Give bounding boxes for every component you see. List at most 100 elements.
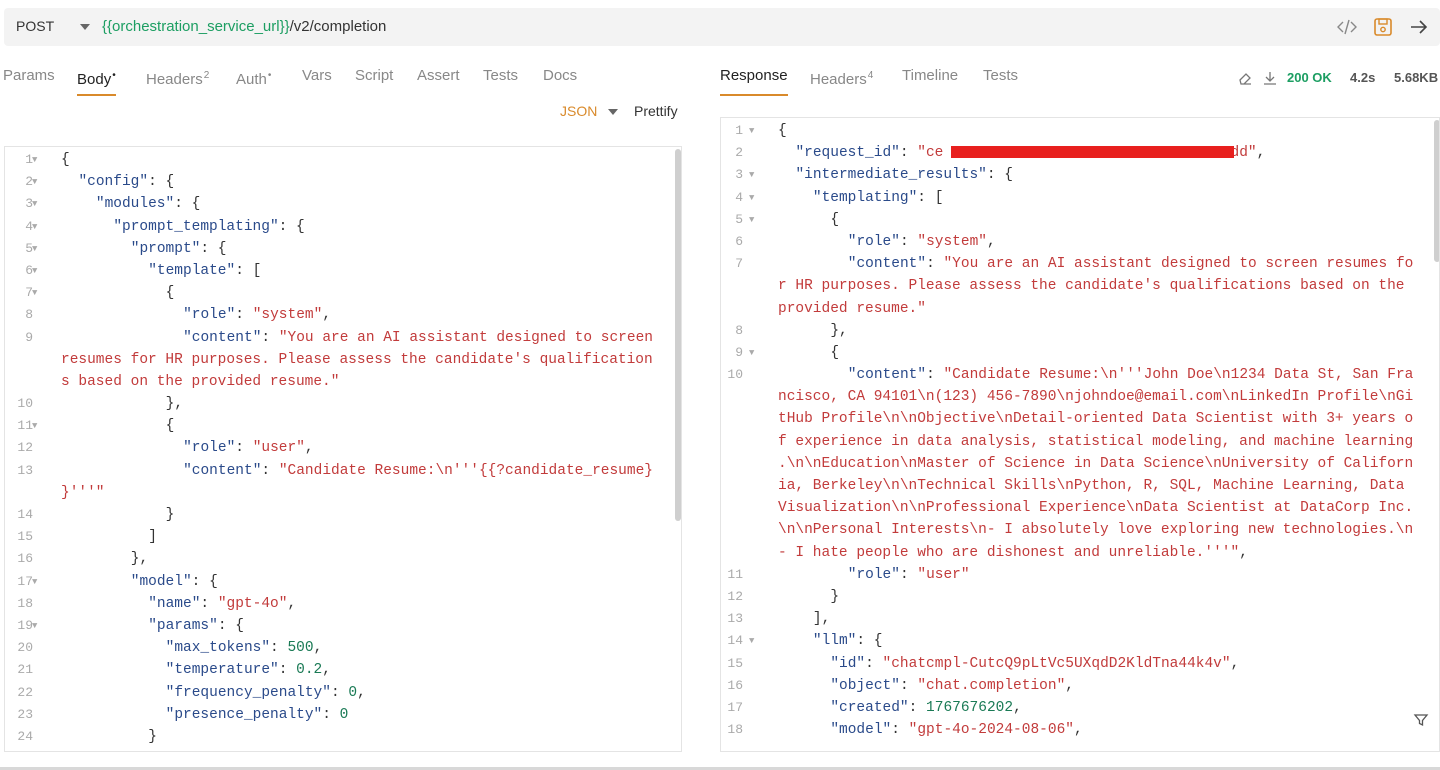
method-select[interactable]: POST xyxy=(16,18,54,34)
code-token: "config" xyxy=(78,174,149,191)
code-token: "object" xyxy=(830,677,900,694)
line-number: 12 xyxy=(727,588,743,604)
code-token: : xyxy=(899,233,918,250)
line-number: 16 xyxy=(727,677,743,693)
code-text: "role": "system", xyxy=(848,231,996,253)
code-token: : { xyxy=(191,573,218,590)
fold-toggle-icon[interactable]: ▼ xyxy=(32,615,37,637)
code-line: 22 "frequency_penalty": 0, xyxy=(5,682,675,704)
code-line: 5 ▼ { xyxy=(721,209,1433,231)
line-number: 22 xyxy=(17,684,33,700)
url-input[interactable]: {{orchestration_service_url}}/v2/complet… xyxy=(102,18,386,35)
code-token: "presence_penalty" xyxy=(165,706,323,723)
fold-toggle-icon[interactable]: ▼ xyxy=(32,193,37,215)
code-line: 4 ▼ "templating": [ xyxy=(721,187,1433,209)
fold-toggle-icon[interactable]: ▼ xyxy=(749,209,754,231)
code-text: "model": { xyxy=(131,571,218,593)
prettify-button[interactable]: Prettify xyxy=(634,103,678,119)
code-text: "content": "Candidate Resume:\n'''{{?can… xyxy=(183,460,653,482)
line-number: 4 xyxy=(25,218,33,234)
send-arrow-icon[interactable] xyxy=(1408,16,1430,38)
code-text: { xyxy=(830,342,839,364)
fold-toggle-icon[interactable]: ▼ xyxy=(32,149,37,171)
response-body-scrollbar[interactable] xyxy=(1434,120,1439,262)
chevron-down-icon[interactable] xyxy=(608,109,618,115)
request-body-scrollbar[interactable] xyxy=(675,149,681,521)
code-text: .\n\nEducation\nMaster of Science in Dat… xyxy=(778,453,1413,475)
line-number: 18 xyxy=(727,722,743,738)
line-number: 3 xyxy=(735,167,743,183)
response-tab-tests[interactable]: Tests xyxy=(983,66,1018,96)
response-tab-headers[interactable]: Headers4 xyxy=(810,66,873,96)
code-line: 12 "role": "user", xyxy=(5,437,675,459)
code-token: { xyxy=(830,211,840,228)
body-format-select[interactable]: JSON xyxy=(560,103,597,119)
response-tab-response[interactable]: Response xyxy=(720,66,788,96)
fold-toggle-icon[interactable]: ▼ xyxy=(32,415,37,437)
request-tab-tests[interactable]: Tests xyxy=(483,66,518,96)
line-number: 13 xyxy=(17,462,33,478)
code-text: { xyxy=(830,209,839,231)
code-text: "role": "user" xyxy=(848,564,970,586)
request-tab-docs[interactable]: Docs xyxy=(543,66,577,96)
line-number: 17 xyxy=(727,699,743,715)
code-line: 17 ▼ "model": { xyxy=(5,571,675,593)
line-number: 5 xyxy=(735,211,743,227)
code-token: "templating" xyxy=(812,189,918,206)
save-icon[interactable] xyxy=(1372,16,1394,38)
request-tab-headers[interactable]: Headers2 xyxy=(146,66,209,96)
fold-toggle-icon[interactable]: ▼ xyxy=(32,260,37,282)
line-number: 23 xyxy=(17,706,33,722)
code-token: "request_id" xyxy=(795,145,900,162)
line-number: 19 xyxy=(17,617,33,633)
code-text: "llm": { xyxy=(813,630,883,652)
code-token: 1767676202 xyxy=(926,699,1014,716)
filter-icon[interactable] xyxy=(1413,712,1429,728)
code-token: provided resume." xyxy=(778,300,926,317)
fold-toggle-icon[interactable]: ▼ xyxy=(32,571,37,593)
code-token: ] xyxy=(148,529,157,546)
fold-toggle-icon[interactable]: ▼ xyxy=(32,216,37,238)
code-line: 5 ▼ "prompt": { xyxy=(5,238,675,260)
fold-toggle-icon[interactable]: ▼ xyxy=(32,171,37,193)
code-text: Visualization\n\nProfessional Experience… xyxy=(778,497,1413,519)
code-text: "model": "gpt-4o-2024-08-06", xyxy=(830,719,1082,741)
response-body-viewer[interactable]: 1 ▼ {2 "request_id": "ce dd", 3 ▼ "intermediat… xyxy=(720,117,1440,752)
code-token: }, xyxy=(830,322,848,339)
download-icon[interactable] xyxy=(1262,70,1278,86)
code-token: "user" xyxy=(917,566,970,583)
chevron-down-icon[interactable] xyxy=(80,24,90,30)
code-token: : xyxy=(235,440,253,457)
fold-toggle-icon[interactable]: ▼ xyxy=(749,187,754,209)
fold-toggle-icon[interactable]: ▼ xyxy=(749,120,754,142)
eraser-icon[interactable] xyxy=(1237,70,1253,86)
code-token: "params" xyxy=(148,617,218,634)
code-line: 7 "content": "You are an AI assistant des… xyxy=(721,253,1433,275)
code-line: .\n\nEducation\nMaster of Science in Dat… xyxy=(721,453,1433,475)
line-number: 1 xyxy=(25,152,33,167)
request-tab-params[interactable]: Params xyxy=(3,66,55,96)
fold-toggle-icon[interactable]: ▼ xyxy=(32,238,37,260)
response-tab-timeline[interactable]: Timeline xyxy=(902,66,958,96)
request-body-editor[interactable]: 1 ▼{2 ▼ "config": {3 ▼ "modules": {4 ▼ "prompt_… xyxy=(4,146,682,752)
fold-toggle-icon[interactable]: ▼ xyxy=(749,342,754,364)
request-tab-assert[interactable]: Assert xyxy=(417,66,460,96)
line-number: 1 xyxy=(735,123,743,138)
code-text: "content": "Candidate Resume:\n'''John D… xyxy=(848,364,1414,386)
code-token: s based on the provided resume." xyxy=(61,373,340,390)
request-tab-vars[interactable]: Vars xyxy=(302,66,332,96)
fold-toggle-icon[interactable]: ▼ xyxy=(749,164,754,186)
line-number: 6 xyxy=(25,262,33,278)
fold-toggle-icon[interactable]: ▼ xyxy=(32,282,37,304)
fold-toggle-icon[interactable]: ▼ xyxy=(749,630,754,652)
code-line: - I hate people who are dishonest and un… xyxy=(721,542,1433,564)
request-tab-script[interactable]: Script xyxy=(355,66,393,96)
code-text: "templating": [ xyxy=(813,187,944,209)
code-token: \n\nPersonal Interests\n- I absolutely l… xyxy=(778,522,1414,539)
request-tab-auth[interactable]: Auth• xyxy=(236,66,271,96)
code-line: 13 "content": "Candidate Resume:\n'''{{?c… xyxy=(5,460,675,482)
code-icon[interactable] xyxy=(1336,16,1358,38)
request-tab-body[interactable]: Body• xyxy=(77,66,116,96)
tab-label: Headers xyxy=(810,71,867,88)
code-line: provided resume." xyxy=(721,298,1433,320)
